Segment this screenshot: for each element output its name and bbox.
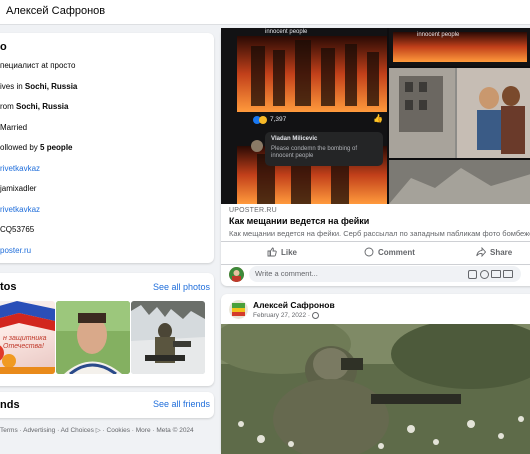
friends-title: nds: [0, 399, 20, 411]
link-description[interactable]: Как мещании ведется на фейки. Серб рассы…: [229, 229, 530, 238]
intro-work: пециалист at просто: [0, 61, 76, 70]
soldier-image: [131, 301, 205, 374]
link-source: UPOSTER.RU: [229, 207, 277, 214]
write-comment-placeholder: Write a comment...: [255, 269, 318, 278]
intro-from: rom Sochi, Russia: [0, 102, 69, 111]
media-reaction-count: 7,397: [270, 116, 287, 123]
comment-label: Comment: [378, 247, 415, 257]
intro-title: o: [0, 41, 7, 53]
like-button[interactable]: Like: [267, 247, 297, 257]
media-commenter-avatar: [251, 140, 263, 152]
greeting-text: н защитника Отечества!: [3, 335, 47, 350]
media-comment-text: Please condemn the bombing of innocent p…: [271, 146, 358, 159]
gif-icon[interactable]: [503, 270, 513, 278]
comment-bubble-icon: [364, 247, 374, 257]
intro-link-2[interactable]: jamixadler: [0, 184, 36, 193]
sad-reaction-icon: [259, 116, 267, 124]
media-reaction-bar: 7,397 👍: [249, 114, 387, 128]
footer-links[interactable]: Terms · Advertising · Ad Choices ▷ · Coo…: [0, 426, 194, 434]
share-label: Share: [490, 247, 513, 257]
emoji-icon[interactable]: [480, 270, 489, 279]
globe-icon: [311, 312, 319, 319]
profile-top-bar: Алексей Сафронов: [0, 0, 530, 25]
author-avatar-image: [229, 300, 248, 319]
intro-lives-in: ives in Sochi, Russia: [0, 82, 78, 91]
profile-name[interactable]: Алексей Сафронов: [6, 5, 105, 17]
post-action-bar: Like Comment Share: [221, 241, 530, 265]
comment-button[interactable]: Comment: [364, 247, 415, 257]
photo-thumb-2[interactable]: [56, 301, 130, 374]
profile-post: Алексей Сафронов February 27, 2022 ·: [221, 294, 530, 454]
share-arrow-icon: [476, 247, 486, 257]
see-all-photos-link[interactable]: See all photos: [153, 282, 210, 292]
portrait-image: [56, 301, 130, 374]
media-caption-right: innocent people: [417, 32, 460, 38]
like-label: Like: [281, 247, 298, 257]
intro-link-3[interactable]: rivetkavkaz: [0, 205, 40, 214]
post-author-name[interactable]: Алексей Сафронов: [253, 300, 335, 310]
post-photo[interactable]: [221, 324, 530, 454]
soldier-in-field-image: [221, 324, 530, 454]
see-all-friends-link[interactable]: See all friends: [153, 399, 210, 409]
write-comment-input[interactable]: Write a comment...: [249, 266, 521, 282]
post-author-avatar[interactable]: [229, 300, 248, 319]
photo-thumb-3[interactable]: [131, 301, 205, 374]
thumbs-up-icon: [267, 247, 277, 257]
camera-icon[interactable]: [491, 270, 501, 278]
intro-followers[interactable]: ollowed by 5 people: [0, 143, 72, 152]
link-title[interactable]: Как мещании ведется на фейки: [229, 216, 369, 226]
intro-link-1[interactable]: rivetkavkaz: [0, 164, 40, 173]
photos-card: tos See all photos н защитника Отечества…: [0, 273, 214, 386]
media-comment-author: Vladan Milicevic: [271, 136, 318, 142]
post-media-collage[interactable]: innocent people innocent people 7,397 👍 …: [221, 28, 530, 204]
photos-title: tos: [0, 281, 17, 293]
post-date[interactable]: February 27, 2022 ·: [253, 312, 319, 319]
user-avatar-image: [229, 267, 244, 282]
share-button[interactable]: Share: [476, 247, 512, 257]
intro-link-4[interactable]: CQ53765: [0, 225, 34, 234]
intro-card: o пециалист at просто ives in Sochi, Rus…: [0, 33, 214, 263]
commenter-avatar: [229, 267, 244, 282]
friends-card: nds See all friends: [0, 392, 214, 418]
intro-link-5[interactable]: poster.ru: [0, 246, 31, 255]
shared-link-post: innocent people innocent people 7,397 👍 …: [221, 28, 530, 286]
media-comment-bubble: Vladan Milicevic Please condemn the bomb…: [265, 132, 383, 166]
photo-thumb-1[interactable]: н защитника Отечества!: [0, 301, 55, 374]
media-like-outline-icon: 👍: [373, 114, 383, 123]
media-caption-left: innocent people: [265, 29, 308, 35]
avatar-sticker-icon[interactable]: [468, 270, 477, 279]
intro-relationship: Married: [0, 123, 28, 132]
